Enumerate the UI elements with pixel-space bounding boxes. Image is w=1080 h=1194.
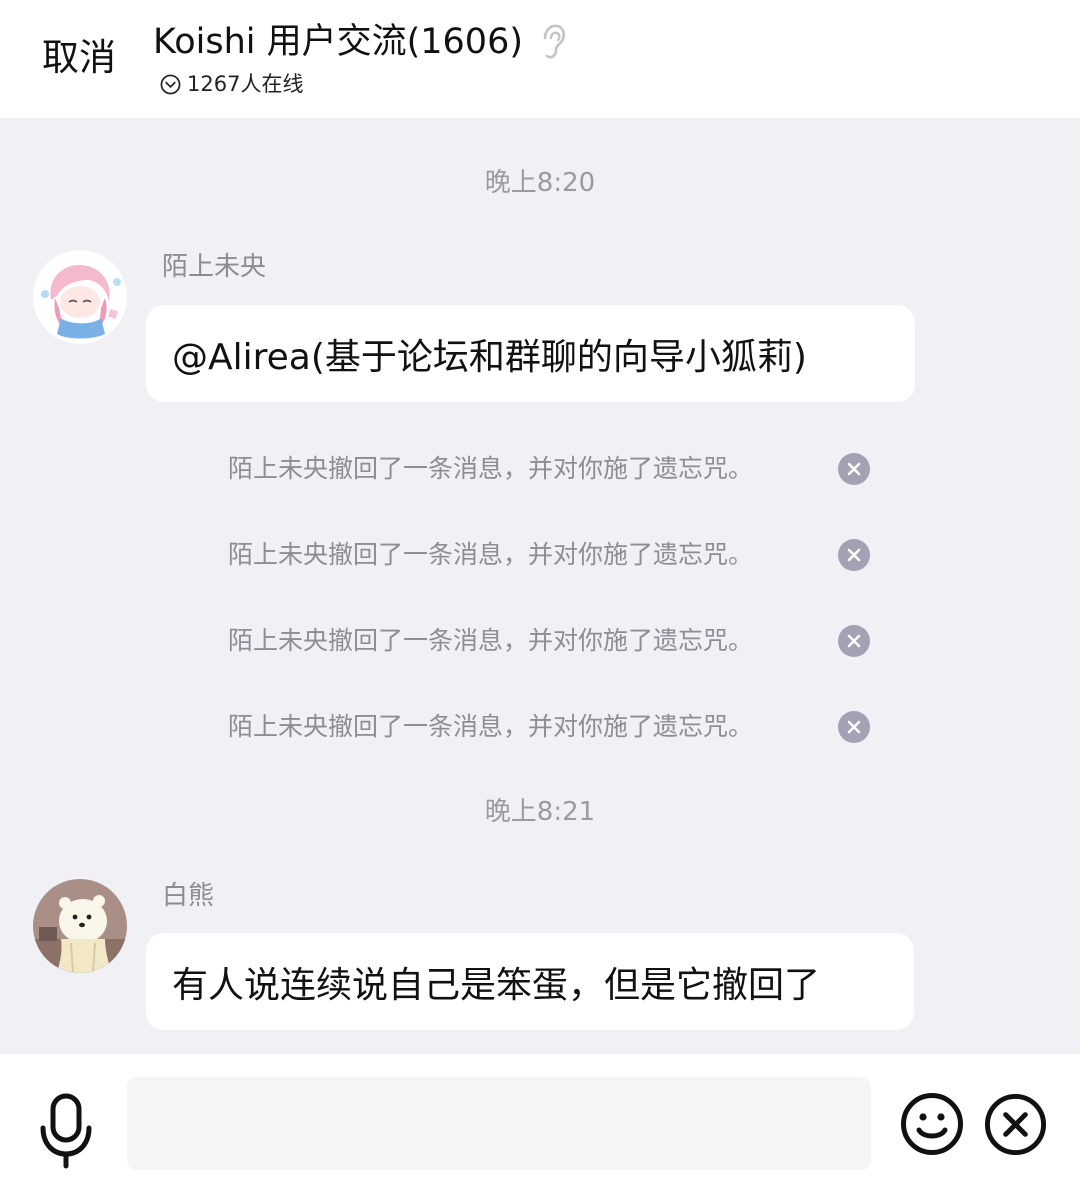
message-input[interactable] bbox=[127, 1077, 871, 1170]
avatar-image bbox=[33, 250, 127, 344]
microphone-icon[interactable] bbox=[36, 1092, 96, 1172]
close-circle-icon[interactable] bbox=[838, 711, 870, 743]
chat-header: 取消 Koishi 用户交流(1606) 1267人在线 bbox=[0, 0, 1080, 118]
online-status[interactable]: 1267人在线 bbox=[160, 70, 303, 98]
emoji-icon[interactable] bbox=[900, 1092, 964, 1156]
system-message: 陌上未央撤回了一条消息，并对你施了遗忘咒。 bbox=[228, 535, 870, 575]
close-icon[interactable] bbox=[984, 1093, 1047, 1156]
system-message: 陌上未央撤回了一条消息，并对你施了遗忘咒。 bbox=[228, 707, 870, 747]
message-bubble[interactable]: @Alirea(基于论坛和群聊的向导小狐莉) bbox=[146, 305, 915, 402]
online-count: 1267人在线 bbox=[187, 72, 304, 96]
close-circle-icon[interactable] bbox=[838, 539, 870, 571]
sender-name: 陌上未央 bbox=[162, 252, 267, 282]
system-message-text: 陌上未央撤回了一条消息，并对你施了遗忘咒。 bbox=[228, 540, 754, 569]
system-message-text: 陌上未央撤回了一条消息，并对你施了遗忘咒。 bbox=[228, 454, 754, 483]
system-message: 陌上未央撤回了一条消息，并对你施了遗忘咒。 bbox=[228, 449, 870, 489]
timestamp: 晚上8:20 bbox=[484, 168, 596, 198]
title-row[interactable]: Koishi 用户交流(1606) bbox=[153, 20, 567, 64]
timestamp: 晚上8:21 bbox=[484, 797, 596, 827]
ear-icon[interactable] bbox=[537, 22, 567, 62]
avatar[interactable] bbox=[33, 879, 127, 973]
close-circle-icon[interactable] bbox=[838, 625, 870, 657]
avatar[interactable] bbox=[33, 250, 127, 344]
system-message-text: 陌上未央撤回了一条消息，并对你施了遗忘咒。 bbox=[228, 626, 754, 655]
avatar-image bbox=[33, 879, 127, 973]
message-bubble[interactable]: 有人说连续说自己是笨蛋，但是它撤回了 bbox=[146, 933, 914, 1030]
close-circle-icon[interactable] bbox=[838, 453, 870, 485]
cancel-button[interactable]: 取消 bbox=[42, 36, 116, 80]
sender-name: 白熊 bbox=[162, 881, 215, 911]
input-bar bbox=[0, 1054, 1080, 1194]
group-title[interactable]: Koishi 用户交流(1606) bbox=[153, 20, 523, 64]
system-message-text: 陌上未央撤回了一条消息，并对你施了遗忘咒。 bbox=[228, 712, 754, 741]
chat-area[interactable]: 晚上8:20 陌上未央 @Alirea(基于论坛和群聊的向导小狐莉) 陌上未央撤… bbox=[0, 118, 1080, 1054]
chevron-circle-icon bbox=[160, 74, 181, 94]
system-message: 陌上未央撤回了一条消息，并对你施了遗忘咒。 bbox=[228, 621, 870, 661]
